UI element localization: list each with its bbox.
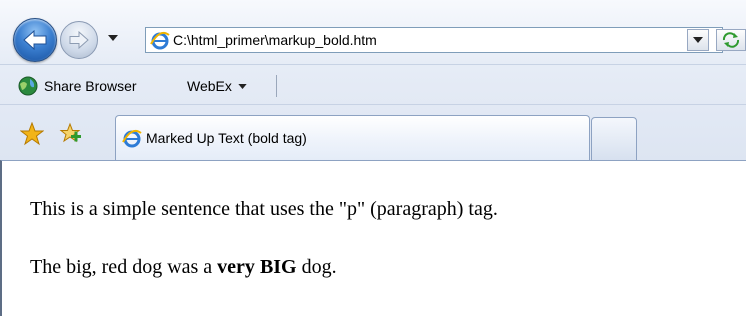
chevron-down-icon (238, 83, 247, 89)
back-arrow-icon (23, 29, 47, 51)
address-url[interactable]: C:\html_primer\markup_bold.htm (173, 32, 377, 48)
browser-chrome: C:\html_primer\markup_bold.htm Share Bro… (0, 0, 746, 161)
add-favorites-icon[interactable] (58, 122, 82, 146)
paragraph-1: This is a simple sentence that uses the … (30, 198, 498, 220)
bold-text-big: BIG (259, 256, 297, 278)
address-dropdown-button[interactable] (687, 29, 709, 51)
page-content: This is a simple sentence that uses the … (0, 160, 746, 316)
tab-title: Marked Up Text (bold tag) (146, 130, 307, 146)
refresh-button[interactable] (716, 29, 746, 51)
chevron-down-icon (693, 37, 703, 43)
ie-logo-icon (150, 31, 170, 50)
tab-active[interactable]: Marked Up Text (bold tag) (115, 115, 590, 161)
new-tab-button[interactable] (591, 117, 637, 161)
refresh-icon (722, 32, 740, 48)
navigation-bar: C:\html_primer\markup_bold.htm (0, 0, 746, 64)
paragraph-2-text-before: The big, red dog was a (30, 256, 213, 278)
webex-label: WebEx (187, 78, 232, 94)
paragraph-2-text-after: dog. (301, 256, 337, 278)
address-bar[interactable]: C:\html_primer\markup_bold.htm (145, 27, 723, 53)
share-browser-button[interactable]: Share Browser (18, 74, 137, 98)
bold-text-very: very (217, 256, 255, 278)
globe-icon (18, 76, 38, 96)
webex-button[interactable]: WebEx (187, 74, 247, 98)
ie-logo-icon (122, 129, 142, 148)
forward-arrow-icon (69, 31, 89, 49)
paragraph-2: The big, red dog was a very BIG dog. (30, 256, 337, 279)
toolbar-separator (276, 75, 277, 97)
links-toolbar: Share Browser WebEx (0, 64, 746, 104)
back-button[interactable] (13, 18, 57, 62)
chevron-down-icon (108, 35, 118, 41)
share-browser-label: Share Browser (44, 78, 137, 94)
tab-bar: Marked Up Text (bold tag) (0, 104, 746, 161)
favorites-star-icon[interactable] (20, 122, 44, 146)
forward-button[interactable] (60, 21, 98, 59)
history-dropdown-button[interactable] (105, 30, 121, 46)
